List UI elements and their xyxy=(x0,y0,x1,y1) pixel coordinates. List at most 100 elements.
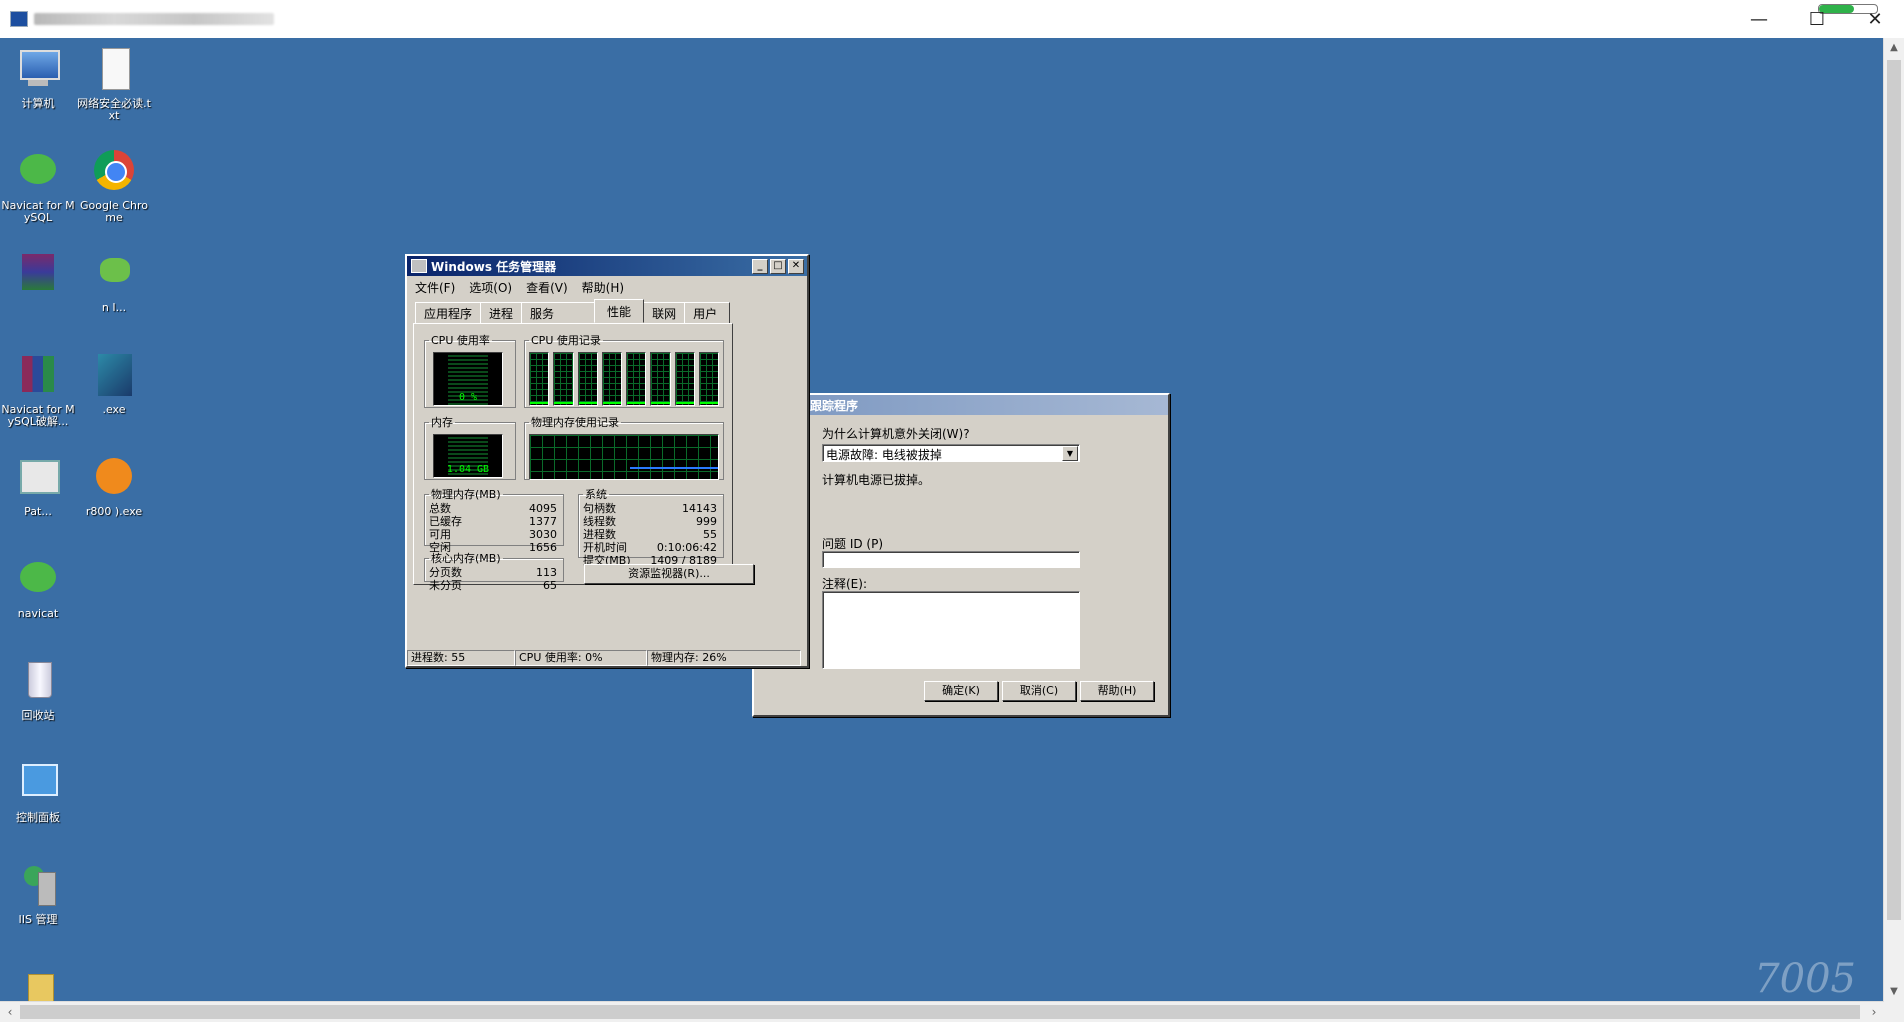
folder-icon xyxy=(14,964,62,1002)
task-manager-window: Windows 任务管理器 _ □ ✕ 文件(F) 选项(O) 查看(V) 帮助… xyxy=(405,254,809,668)
cpu-core-graph xyxy=(601,352,622,406)
cpu-core-graph xyxy=(553,352,574,406)
desktop-icon-patch[interactable]: Pat... xyxy=(0,454,76,518)
problem-id-input[interactable] xyxy=(822,551,1080,568)
help-button[interactable]: 帮助(H) xyxy=(1080,681,1154,701)
cpu-core-graph xyxy=(529,352,550,406)
menu-options[interactable]: 选项(O) xyxy=(469,279,512,296)
scroll-down-icon[interactable]: ▼ xyxy=(1884,982,1904,1002)
comment-label: 注释(E): xyxy=(822,577,867,591)
remote-desktop: 计算机 网络安全必读.txt Navicat for MySQL Google … xyxy=(0,38,1884,1002)
vertical-scrollbar-thumb[interactable] xyxy=(1887,60,1901,920)
cpu-core-graph xyxy=(674,352,695,406)
task-manager-tabs: 应用程序 进程 服务 性能 联网 用户 xyxy=(415,299,731,324)
system-stats: 句柄数 14143 线程数 999 进程数 55 开机时间 0:10:06:42 提交(… xyxy=(583,502,717,567)
navicat-icon xyxy=(14,148,62,196)
cpu-core-line xyxy=(602,402,621,404)
vertical-scrollbar[interactable]: ▲ ▼ xyxy=(1883,38,1904,1002)
horizontal-scrollbar[interactable]: ‹ › xyxy=(0,1001,1884,1022)
desktop-icon-iis-manager[interactable]: IIS 管理 xyxy=(0,862,76,926)
cpu-core-line xyxy=(554,402,573,404)
tab-applications[interactable]: 应用程序 xyxy=(415,302,482,324)
cpu-usage-gauge: 0 % xyxy=(433,352,503,406)
memory-history-legend: 物理内存使用记录 xyxy=(531,416,619,429)
comment-textarea[interactable] xyxy=(822,591,1080,669)
desktop-icon-orange-tool[interactable]: r800 ).exe xyxy=(76,454,152,518)
scroll-left-icon[interactable]: ‹ xyxy=(0,1002,20,1022)
menu-file[interactable]: 文件(F) xyxy=(415,279,455,296)
cpu-core-graph xyxy=(626,352,647,406)
cpu-usage-legend: CPU 使用率 xyxy=(431,334,490,347)
kernel-memory-group: 核心内存(MB) 分页数 113 未分页 65 xyxy=(424,550,564,592)
desktop-icon-archive[interactable] xyxy=(0,250,76,302)
close-button[interactable]: ✕ xyxy=(1846,0,1904,38)
desktop-icon-control-panel[interactable]: 控制面板 xyxy=(0,760,76,824)
tab-services[interactable]: 服务 xyxy=(521,302,596,324)
cpu-history-group: CPU 使用记录 xyxy=(524,332,724,408)
status-physical-memory: 物理内存: 26% xyxy=(647,650,801,666)
computer-icon xyxy=(14,46,62,94)
tab-networking[interactable]: 联网 xyxy=(643,302,686,324)
task-manager-title: Windows 任务管理器 xyxy=(431,259,557,274)
physical-memory-stats: 总数 4095 已缓存 1377 可用 3030 空闲 1656 xyxy=(429,502,557,554)
status-cpu-usage: CPU 使用率: 0% xyxy=(515,650,647,666)
cpu-core-graph xyxy=(650,352,671,406)
scroll-up-icon[interactable]: ▲ xyxy=(1884,38,1904,58)
task-manager-maximize-button[interactable]: □ xyxy=(770,259,786,274)
chrome-icon xyxy=(90,148,138,196)
shutdown-reason-value: 电源故障: 电线被拔掉 xyxy=(826,448,942,462)
cpu-core-line xyxy=(651,402,670,404)
shutdown-tracker-dialog: 跟踪程序 为什么计算机意外关闭(W)? 电源故障: 电线被拔掉 ▼ 计算机电源已… xyxy=(752,393,1170,717)
desktop-icon-folder[interactable] xyxy=(0,964,76,1002)
minimize-button[interactable]: — xyxy=(1730,0,1788,38)
archive-icon xyxy=(14,250,62,298)
orange-tool-icon xyxy=(90,454,138,502)
kernel-memory-stats: 分页数 113 未分页 65 xyxy=(429,566,557,592)
cpu-core-line xyxy=(627,402,646,404)
shutdown-reason-question: 为什么计算机意外关闭(W)? xyxy=(822,427,970,441)
resource-monitor-button[interactable]: 资源监视器(R)... xyxy=(584,564,754,584)
desktop-icon-navicat[interactable]: Navicat for MySQL xyxy=(0,148,76,224)
chevron-down-icon[interactable]: ▼ xyxy=(1062,446,1078,461)
memory-value: 1.04 GB xyxy=(446,464,490,475)
text-file-icon xyxy=(90,46,138,94)
task-manager-close-button[interactable]: ✕ xyxy=(788,259,804,274)
desktop-icon-recycle-bin[interactable]: 回收站 xyxy=(0,658,76,722)
desktop-icon-navicat-2[interactable]: navicat xyxy=(0,556,76,620)
desktop-icon-winrar[interactable]: Navicat for MySQL破解... xyxy=(0,352,76,428)
cpu-core-graph xyxy=(698,352,719,406)
desktop-icon-exe[interactable]: .exe xyxy=(76,352,152,416)
exe-icon xyxy=(90,352,138,400)
menu-help[interactable]: 帮助(H) xyxy=(582,279,624,296)
shutdown-tracker-title: 跟踪程序 xyxy=(810,398,859,413)
desktop-icon-frog[interactable]: n I... xyxy=(76,250,152,314)
scroll-right-icon[interactable]: › xyxy=(1864,1002,1884,1022)
ok-button[interactable]: 确定(K) xyxy=(924,681,998,701)
tab-users[interactable]: 用户 xyxy=(684,302,731,324)
memory-gauge: 1.04 GB xyxy=(433,434,503,478)
shutdown-reason-select[interactable]: 电源故障: 电线被拔掉 ▼ xyxy=(822,444,1080,462)
desktop-icon-text-file[interactable]: 网络安全必读.txt xyxy=(76,46,152,122)
cpu-history-legend: CPU 使用记录 xyxy=(531,334,601,347)
cpu-core-line xyxy=(699,402,718,404)
tab-processes[interactable]: 进程 xyxy=(480,302,523,324)
remote-desktop-icon xyxy=(10,11,28,27)
control-panel-icon xyxy=(14,760,62,808)
patch-icon xyxy=(14,454,62,502)
task-manager-minimize-button[interactable]: _ xyxy=(752,259,768,274)
frog-icon xyxy=(90,250,138,298)
memory-history-line xyxy=(630,467,718,469)
horizontal-scrollbar-thumb[interactable] xyxy=(20,1005,1860,1019)
cancel-button[interactable]: 取消(C) xyxy=(1002,681,1076,701)
memory-history-graph xyxy=(529,434,719,480)
desktop-icon-chrome[interactable]: Google Chrome xyxy=(76,148,152,224)
recycle-bin-icon xyxy=(14,658,62,706)
maximize-button[interactable]: ☐ xyxy=(1788,0,1846,38)
desktop-icon-computer[interactable]: 计算机 xyxy=(0,46,76,110)
winrar-icon xyxy=(14,352,62,400)
site-watermark: 7005 xyxy=(1754,956,1856,1002)
tab-performance[interactable]: 性能 xyxy=(594,299,645,323)
task-manager-titlebar: Windows 任务管理器 _ □ ✕ xyxy=(407,256,807,276)
physical-memory-legend: 物理内存(MB) xyxy=(431,488,501,501)
menu-view[interactable]: 查看(V) xyxy=(526,279,568,296)
